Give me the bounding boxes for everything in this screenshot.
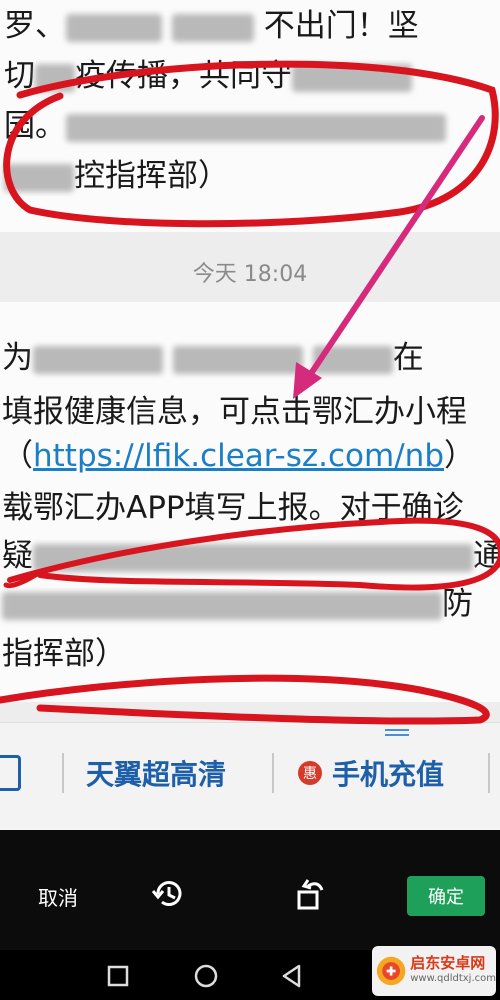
watermark-logo-icon bbox=[376, 956, 406, 986]
annotation-overlay bbox=[0, 60, 500, 725]
watermark-url: www.qdldtxj.com bbox=[410, 973, 496, 984]
annotation-ellipse-top bbox=[3, 60, 499, 228]
annotation-arrow-line bbox=[297, 115, 485, 393]
annotation-ellipse-main bbox=[7, 517, 500, 591]
site-watermark: 启东安卓网 www.qdldtxj.com bbox=[372, 946, 496, 996]
screenshot-editor: 罗、 不出门！坚 切疫传播，共同守 园。 控指挥部） 今天 18:04 为 请在… bbox=[0, 0, 500, 1000]
annotation-ellipse-bottom bbox=[0, 674, 490, 725]
watermark-title: 启东安卓网 bbox=[410, 954, 486, 972]
